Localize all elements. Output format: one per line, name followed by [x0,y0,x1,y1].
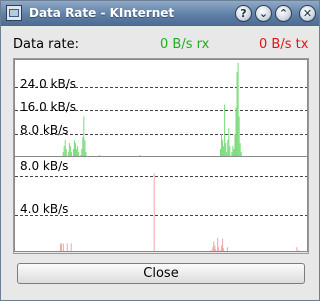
rx-bar-66 [83,116,85,156]
rx-bar-67 [84,140,86,156]
rx-bar-200 [222,140,224,156]
tx-bar-214 [224,251,225,252]
tx-bar-291 [299,251,300,252]
rx-bar-202 [224,104,226,156]
rx-bar-65 [82,137,84,156]
rx-bar-58 [75,143,77,156]
tx-bar-57 [70,243,72,251]
tx-bar-210 [220,250,222,251]
rx-bar-52 [68,143,70,156]
tx-bar-49 [62,243,64,251]
maximize-button[interactable]: ⌃ [275,5,292,22]
rx-bar-203 [225,143,227,156]
close-window-button[interactable]: ✕ [299,5,316,22]
minimize-button[interactable]: ⌄ [255,5,272,22]
tx-bar-204 [214,245,216,251]
tx-bar-47 [60,243,62,251]
title-bar[interactable]: Data Rate - KInternet ? ⌄ ⌃ ✕ [1,1,319,26]
tx-bar-205 [215,249,217,251]
help-button[interactable]: ? [235,5,252,22]
tx-bar-53 [66,243,68,251]
tx-bar-213 [223,248,225,251]
tx-bar-212 [222,238,224,251]
tx-rate-value: 0 B/s tx [259,37,309,52]
rx-graph: 24.0 kB/s 16.0 kB/s 8.0 kB/s [14,59,308,157]
rx-tick-label-24: 24.0 kB/s [20,77,77,91]
tx-bar-207 [217,237,219,251]
rx-bar-215 [237,62,239,156]
tx-bar-208 [218,247,220,251]
tx-bar-288 [296,247,298,251]
rx-bar-199 [221,134,223,156]
window-title: Data Rate - KInternet [29,6,175,20]
data-rate-label: Data rate: [13,37,79,52]
tx-bar-142 [153,173,155,251]
tx-bar-203 [213,241,215,251]
tx-bar-290 [298,250,300,251]
kinternet-app-icon[interactable] [6,5,22,21]
rx-bar-213 [235,107,237,156]
tx-bar-46 [59,243,61,251]
rx-rate-value: 0 B/s rx [160,37,210,52]
rx-bar-216 [238,116,240,156]
tx-bar-211 [221,245,223,251]
rx-bar-57 [74,140,76,156]
rx-tick-label-8: 8.0 kB/s [20,123,69,137]
rx-bar-214 [236,71,238,156]
rx-bar-217 [239,143,241,156]
rx-bar-48 [64,140,66,156]
tx-bar-202 [212,247,214,251]
tx-graph: 8.0 kB/s 4.0 kB/s [14,156,308,252]
tx-tick-label-4: 4.0 kB/s [20,202,69,216]
rx-bar-205 [227,140,229,156]
rx-bar-212 [234,134,236,156]
tx-bar-217 [226,247,228,251]
data-rate-window: Data Rate - KInternet ? ⌄ ⌃ ✕ Data rate:… [0,0,320,301]
tx-bar-200 [210,250,212,251]
rx-tick-label-16: 16.0 kB/s [20,100,77,114]
tx-tick-label-8: 8.0 kB/s [20,159,69,173]
close-button[interactable]: Close [17,263,305,284]
rx-bar-206 [228,128,230,156]
